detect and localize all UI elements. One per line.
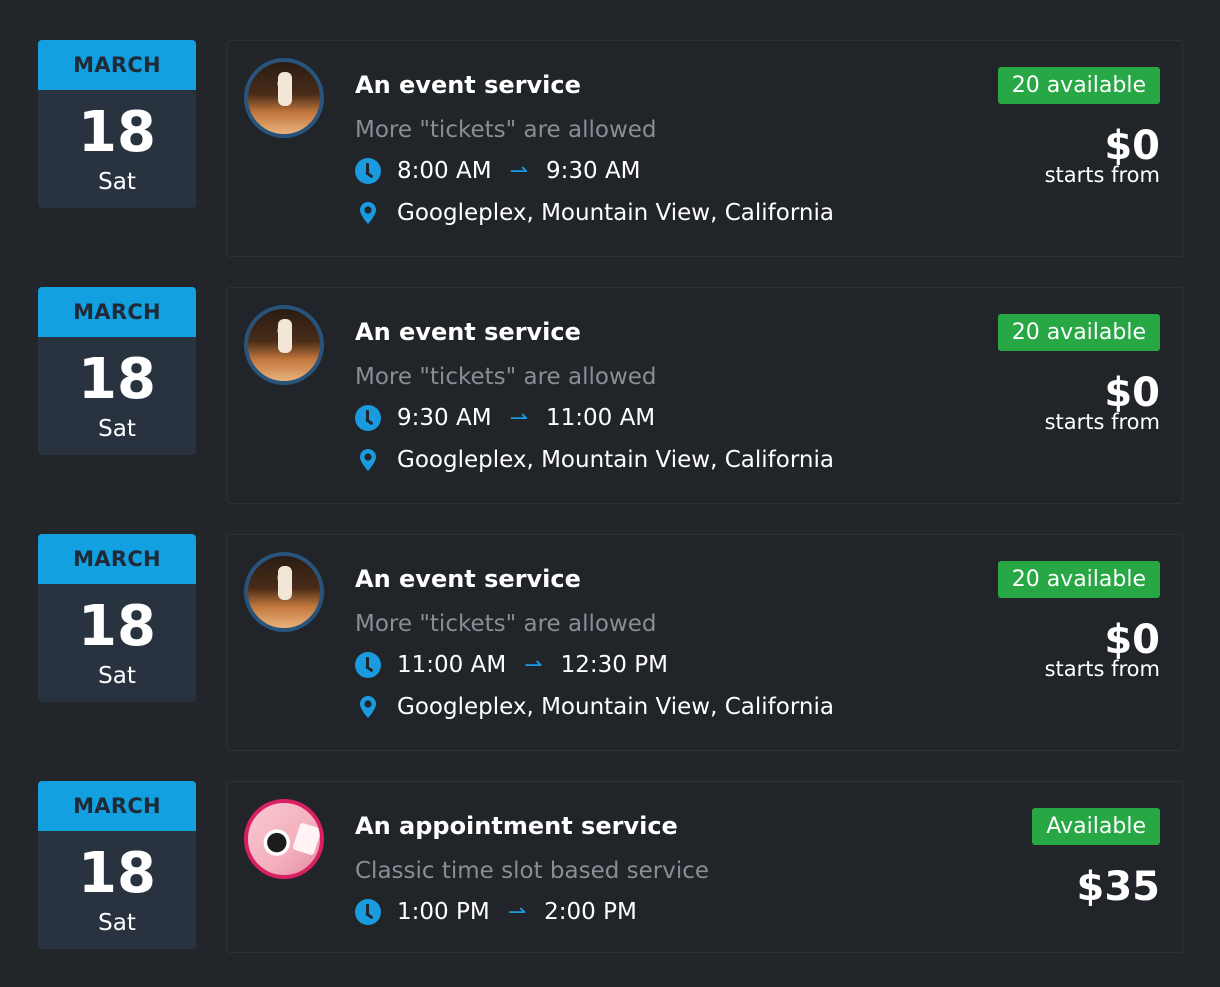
date-day: 18 [78,100,156,165]
start-time: 1:00 PM [397,899,490,925]
date-month: MARCH [38,781,196,831]
start-time: 8:00 AM [397,158,492,184]
date-weekday: Sat [98,169,136,195]
start-time: 9:30 AM [397,405,492,431]
map-pin-icon [355,447,381,473]
event-card[interactable]: An appointment service Classic time slot… [227,781,1183,953]
service-subtitle: More "tickets" are allowed [355,117,657,143]
service-subtitle: More "tickets" are allowed [355,364,657,390]
date-badge: MARCH 18 Sat [38,40,196,208]
availability-badge: 20 available [997,314,1160,351]
arrow-right-icon: ⇀ [509,405,528,431]
price-note: starts from [1044,657,1160,681]
date-badge: MARCH 18 Sat [38,781,196,949]
service-title[interactable]: An event service [355,565,581,593]
arrow-right-icon: ⇀ [507,899,527,925]
clock-icon [355,899,381,925]
arrow-right-icon: ⇀ [524,652,543,678]
concert-photo-icon [244,58,324,138]
time-range: 8:00 AM ⇀ 9:30 AM [355,158,641,184]
map-pin-icon [355,694,381,720]
time-range: 1:00 PM ⇀ 2:00 PM [355,899,637,925]
location-text: Googleplex, Mountain View, California [397,447,834,473]
location: Googleplex, Mountain View, California [355,694,834,720]
date-month: MARCH [38,287,196,337]
end-time: 9:30 AM [545,158,641,184]
event-card[interactable]: An event service More "tickets" are allo… [227,40,1183,257]
service-title[interactable]: An event service [355,318,581,346]
date-month: MARCH [38,534,196,584]
availability-badge: Available [1032,808,1160,845]
event-card[interactable]: An event service More "tickets" are allo… [227,287,1183,504]
location: Googleplex, Mountain View, California [355,447,834,473]
map-pin-icon [355,200,381,226]
date-weekday: Sat [98,910,136,936]
date-badge: MARCH 18 Sat [38,287,196,455]
time-range: 9:30 AM ⇀ 11:00 AM [355,405,655,431]
service-subtitle: More "tickets" are allowed [355,611,657,637]
location-text: Googleplex, Mountain View, California [397,200,834,226]
concert-photo-icon [244,552,324,632]
availability-badge: 20 available [997,67,1160,104]
arrow-right-icon: ⇀ [509,158,528,184]
date-badge: MARCH 18 Sat [38,534,196,702]
date-day: 18 [78,347,156,412]
availability-badge: 20 available [997,561,1160,598]
date-month: MARCH [38,40,196,90]
start-time: 11:00 AM [397,652,507,678]
clock-icon [355,405,381,431]
price-note: starts from [1044,163,1160,187]
date-day: 18 [78,594,156,659]
price-note: starts from [1044,410,1160,434]
location-text: Googleplex, Mountain View, California [397,694,834,720]
end-time: 2:00 PM [544,899,637,925]
time-range: 11:00 AM ⇀ 12:30 PM [355,652,668,678]
location: Googleplex, Mountain View, California [355,200,834,226]
alarm-clock-photo-icon [244,799,324,879]
clock-icon [355,652,381,678]
service-title[interactable]: An event service [355,71,581,99]
service-title[interactable]: An appointment service [355,812,678,840]
date-day: 18 [78,841,156,906]
end-time: 12:30 PM [560,652,668,678]
end-time: 11:00 AM [545,405,656,431]
clock-icon [355,158,381,184]
concert-photo-icon [244,305,324,385]
event-card[interactable]: An event service More "tickets" are allo… [227,534,1183,751]
service-subtitle: Classic time slot based service [355,858,710,884]
date-weekday: Sat [98,663,136,689]
date-weekday: Sat [98,416,136,442]
price: $35 [1076,864,1161,910]
